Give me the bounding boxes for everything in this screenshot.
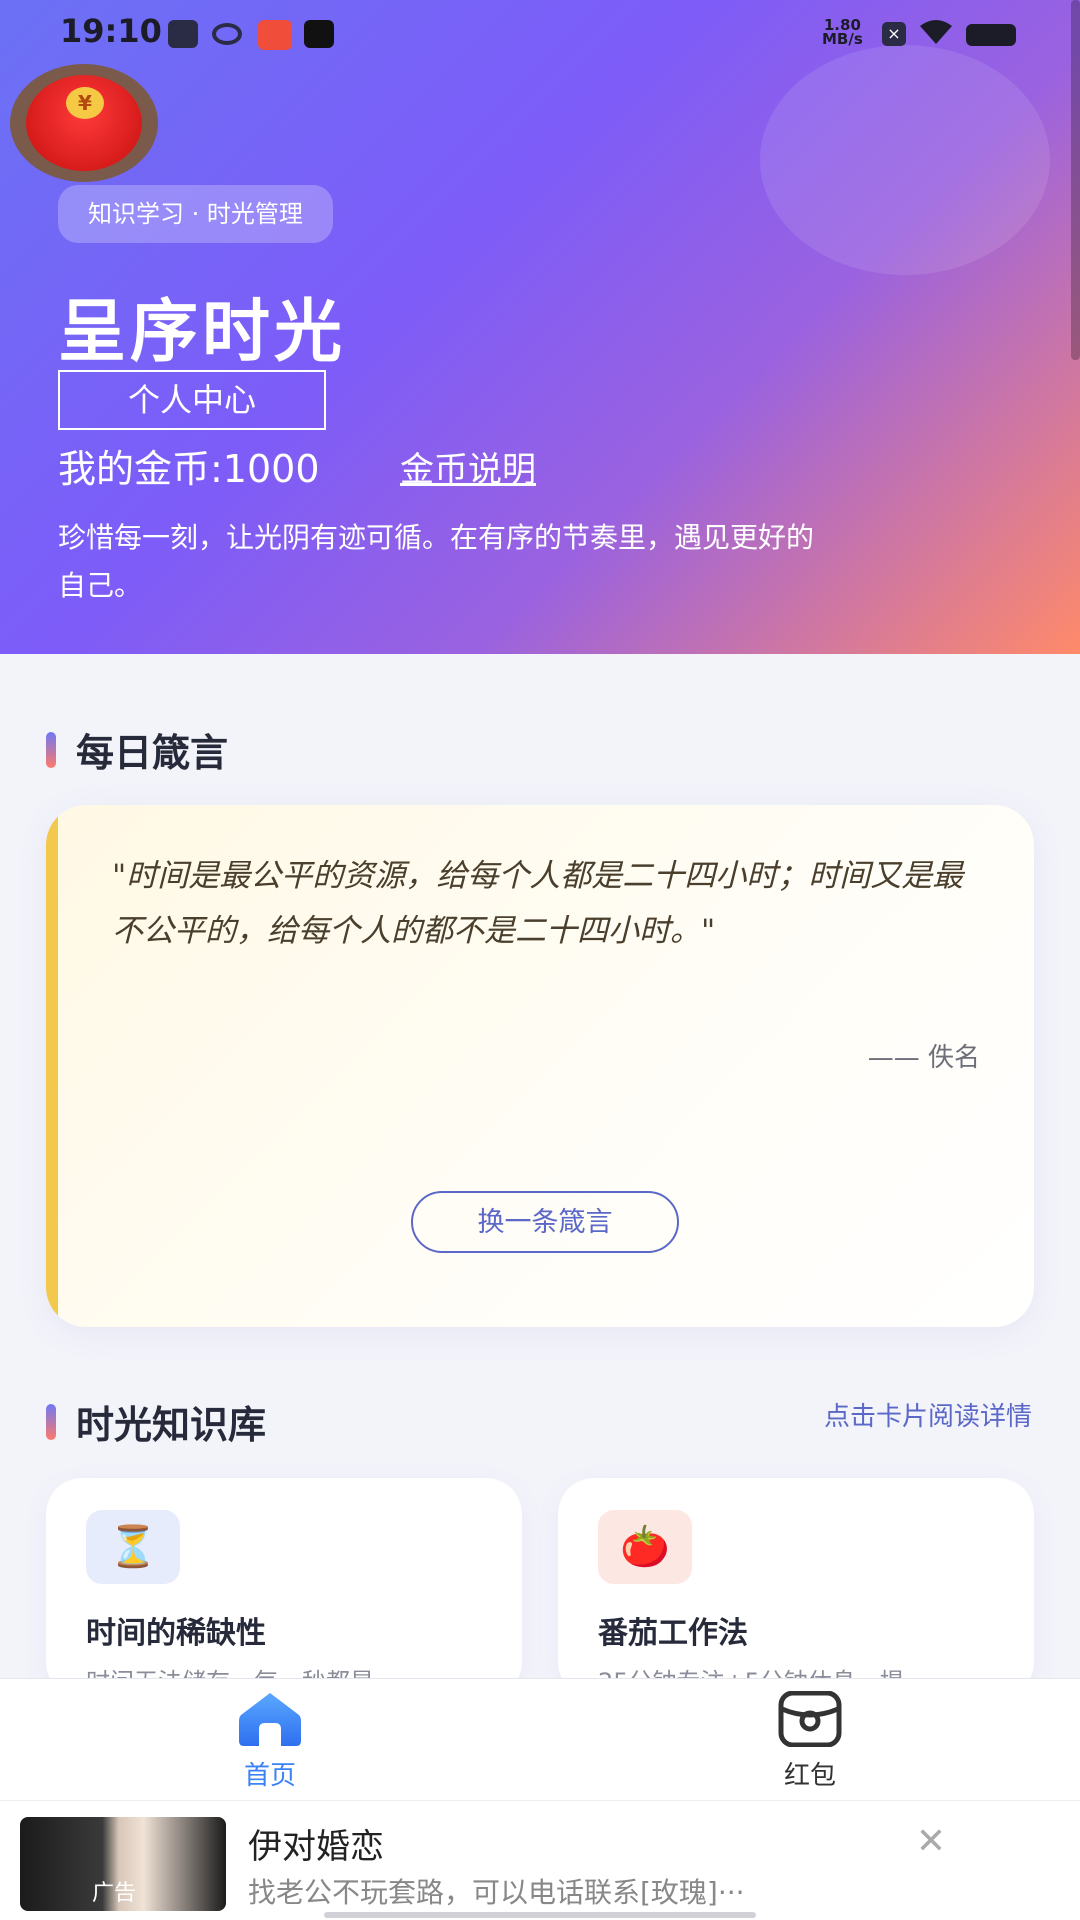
tab-red-packet[interactable]: 红包 <box>540 1679 1080 1801</box>
ad-thumbnail[interactable]: 广告 <box>20 1817 226 1911</box>
knowledge-header: 时光知识库 <box>46 1394 266 1449</box>
message-notification-icon <box>168 20 198 48</box>
section-accent-bar <box>46 731 56 768</box>
ad-description[interactable]: 找老公不玩套路，可以电话联系[玫瑰]··· <box>248 1871 745 1911</box>
yuan-coin-icon: ¥ <box>66 87 104 119</box>
quote-card: "时间是最公平的资源，给每个人都是二十四小时；时间又是最不公平的，给每个人的都不… <box>46 805 1034 1327</box>
home-indicator[interactable] <box>324 1912 756 1918</box>
ad-label: 广告 <box>92 1881 137 1906</box>
knowledge-title: 时光知识库 <box>76 1403 267 1447</box>
category-tag: 知识学习 · 时光管理 <box>58 185 333 243</box>
swap-quote-button[interactable]: 换一条箴言 <box>411 1191 679 1253</box>
cloud-notification-icon <box>212 23 242 45</box>
knowledge-card-title: 时间的稀缺性 <box>86 1616 266 1651</box>
hourglass-icon: ⏳ <box>86 1510 180 1584</box>
home-icon <box>239 1693 301 1746</box>
tab-home[interactable]: 首页 <box>0 1679 540 1801</box>
tab-red-packet-label: 红包 <box>783 1761 836 1791</box>
knowledge-card-scarcity[interactable]: ⏳ 时间的稀缺性 时间无法储存，每一秒都是 <box>46 1478 522 1698</box>
app-notification-icon <box>258 20 292 50</box>
header-hero: 19:10 1.80 MB/s × ¥ 知识学习 · 时光管理 呈序时光 个人中… <box>0 0 1080 654</box>
ad-title[interactable]: 伊对婚恋 <box>248 1819 384 1868</box>
coin-explanation-link[interactable]: 金币说明 <box>400 442 536 491</box>
tab-home-label: 首页 <box>243 1761 296 1791</box>
scrollbar[interactable] <box>1071 0 1080 360</box>
sim-off-icon: × <box>882 22 906 46</box>
quote-text: "时间是最公平的资源，给每个人都是二十四小时；时间又是最不公平的，给每个人的都不… <box>112 858 964 949</box>
bottom-tab-bar: 首页 红包 <box>0 1678 1080 1800</box>
knowledge-card-pomodoro[interactable]: 🍅 番茄工作法 25分钟专注+5分钟休息，提 <box>558 1478 1034 1698</box>
daily-quote-title: 每日箴言 <box>76 731 229 775</box>
coin-balance: 我的金币:1000 <box>58 447 320 491</box>
daily-quote-header: 每日箴言 <box>46 722 228 777</box>
status-bar: 19:10 1.80 MB/s × <box>0 0 1080 64</box>
decorative-bubble <box>760 45 1050 275</box>
red-packet-tab-icon <box>778 1691 842 1747</box>
knowledge-card-title: 番茄工作法 <box>598 1616 748 1651</box>
red-packet-icon: ¥ <box>26 75 142 171</box>
knowledge-hint: 点击卡片阅读详情 <box>823 1402 1032 1432</box>
network-speed: 1.80 MB/s <box>822 18 863 48</box>
network-speed-unit: MB/s <box>822 30 863 48</box>
section-accent-bar <box>46 1403 56 1440</box>
quote-author: —— 佚名 <box>867 1043 980 1073</box>
tomato-icon: 🍅 <box>598 1510 692 1584</box>
floating-red-packet-button[interactable]: ¥ <box>10 64 158 182</box>
tiktok-notification-icon <box>304 20 334 48</box>
header-description: 珍惜每一刻，让光阴有迹可循。在有序的节奏里，遇见更好的自己。 <box>58 521 815 602</box>
battery-icon <box>966 24 1016 46</box>
quote-accent-bar <box>46 805 58 1327</box>
wifi-icon <box>918 18 954 53</box>
status-time: 19:10 <box>60 12 162 50</box>
ad-banner[interactable]: 广告 伊对婚恋 找老公不玩套路，可以电话联系[玫瑰]··· ✕ <box>0 1800 1080 1920</box>
profile-center-button[interactable]: 个人中心 <box>58 370 326 430</box>
app-title: 呈序时光 <box>58 293 347 372</box>
close-icon[interactable]: ✕ <box>916 1821 946 1862</box>
